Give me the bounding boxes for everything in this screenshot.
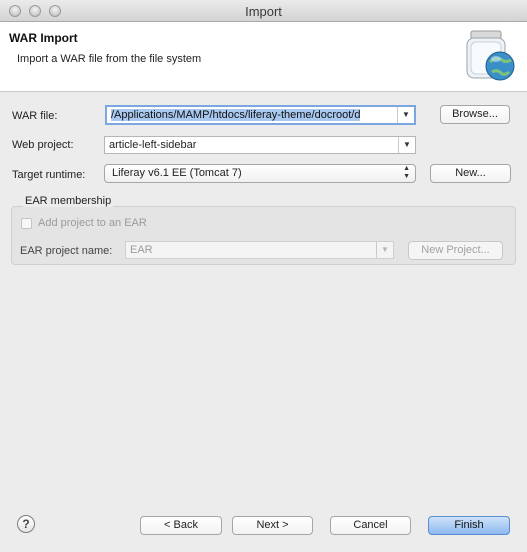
wizard-description: Import a WAR file from the file system [17, 53, 202, 65]
import-dialog: Import WAR Import Import a WAR file from… [0, 0, 527, 552]
help-icon[interactable]: ? [17, 515, 35, 533]
ear-membership-title: EAR membership [23, 195, 114, 207]
ear-project-name-label: EAR project name: [20, 245, 113, 257]
ear-project-name-combo[interactable]: EAR ▼ [125, 241, 394, 259]
war-file-path[interactable]: /Applications/MAMP/htdocs/liferay-theme/… [111, 109, 361, 121]
web-project-value[interactable]: article-left-sidebar [109, 139, 395, 151]
target-runtime-value: Liferay v6.1 EE (Tomcat 7) [112, 167, 242, 179]
web-project-combo[interactable]: article-left-sidebar ▼ [104, 136, 416, 154]
war-file-combo[interactable]: /Applications/MAMP/htdocs/liferay-theme/… [105, 105, 416, 125]
war-file-label: WAR file: [12, 110, 58, 122]
title-bar: Import [0, 0, 527, 22]
updown-arrows-icon: ▲ ▼ [403, 165, 410, 180]
window-title: Import [245, 4, 282, 19]
new-ear-project-button[interactable]: New Project... [408, 241, 503, 260]
back-button[interactable]: < Back [140, 516, 222, 535]
wizard-banner: WAR Import Import a WAR file from the fi… [0, 22, 527, 92]
add-to-ear-checkbox[interactable] [21, 218, 32, 229]
chevron-down-icon[interactable]: ▼ [398, 137, 415, 153]
chevron-down-icon[interactable]: ▼ [376, 242, 393, 258]
web-project-label: Web project: [12, 139, 74, 151]
add-to-ear-label: Add project to an EAR [38, 217, 147, 229]
war-jar-globe-icon [466, 30, 515, 81]
finish-button[interactable]: Finish [428, 516, 510, 535]
browse-button[interactable]: Browse... [440, 105, 510, 124]
new-runtime-button[interactable]: New... [430, 164, 511, 183]
ear-project-name-value[interactable]: EAR [130, 244, 373, 256]
target-runtime-select[interactable]: Liferay v6.1 EE (Tomcat 7) ▲ ▼ [104, 164, 416, 183]
target-runtime-label: Target runtime: [12, 169, 86, 181]
wizard-title: WAR Import [9, 31, 78, 45]
next-button[interactable]: Next > [232, 516, 313, 535]
cancel-button[interactable]: Cancel [330, 516, 411, 535]
chevron-down-icon[interactable]: ▼ [397, 107, 414, 123]
